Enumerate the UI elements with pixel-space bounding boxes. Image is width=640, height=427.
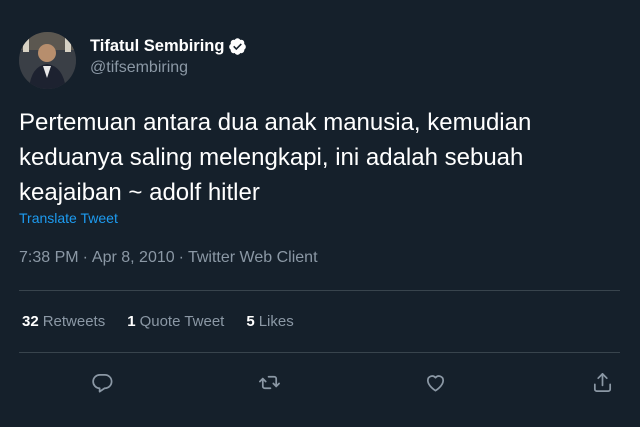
retweet-button[interactable]: [252, 365, 286, 399]
tweet-metadata: 7:38 PM · Apr 8, 2010 · Twitter Web Client: [19, 249, 318, 267]
display-name-row: Tifatul Sembiring: [90, 35, 247, 57]
tweet-author: Tifatul Sembiring @tifsembiring: [19, 32, 247, 89]
tweet-date[interactable]: Apr 8, 2010: [92, 249, 175, 266]
retweets-stat[interactable]: 32 Retweets: [22, 313, 105, 330]
meta-separator: ·: [82, 249, 88, 266]
quote-tweets-stat[interactable]: 1 Quote Tweet: [127, 313, 224, 330]
tweet-actions: [0, 365, 640, 399]
avatar-photo-icon: [19, 32, 76, 89]
tweet-stats: 32 Retweets 1 Quote Tweet 5 Likes: [22, 313, 316, 330]
divider: [19, 352, 620, 353]
retweets-label: Retweets: [42, 313, 106, 330]
likes-count: 5: [246, 313, 255, 330]
quote-tweets-count: 1: [127, 313, 136, 330]
retweet-icon: [258, 375, 280, 389]
like-button[interactable]: [418, 365, 452, 399]
divider: [19, 290, 620, 291]
tweet-time[interactable]: 7:38 PM: [19, 249, 79, 266]
share-button[interactable]: [585, 365, 619, 399]
meta-separator: ·: [178, 249, 184, 266]
author-handle[interactable]: @tifsembiring: [90, 59, 247, 77]
verified-badge-icon: [228, 37, 247, 56]
heart-icon: [426, 374, 444, 392]
tweet-detail: Tifatul Sembiring @tifsembiring Pertemua…: [0, 0, 640, 427]
likes-label: Likes: [258, 313, 294, 330]
retweets-count: 32: [22, 313, 39, 330]
quote-tweets-label: Quote Tweet: [139, 313, 225, 330]
tweet-client[interactable]: Twitter Web Client: [188, 249, 318, 266]
share-icon: [593, 372, 611, 392]
translate-tweet-link[interactable]: Translate Tweet: [19, 210, 118, 226]
author-names: Tifatul Sembiring @tifsembiring: [90, 35, 247, 77]
reply-button[interactable]: [85, 365, 119, 399]
reply-icon: [91, 373, 112, 392]
tweet-text: Pertemuan antara dua anak manusia, kemud…: [19, 109, 532, 206]
display-name[interactable]: Tifatul Sembiring: [90, 37, 224, 56]
avatar[interactable]: [19, 32, 76, 89]
likes-stat[interactable]: 5 Likes: [246, 313, 293, 330]
